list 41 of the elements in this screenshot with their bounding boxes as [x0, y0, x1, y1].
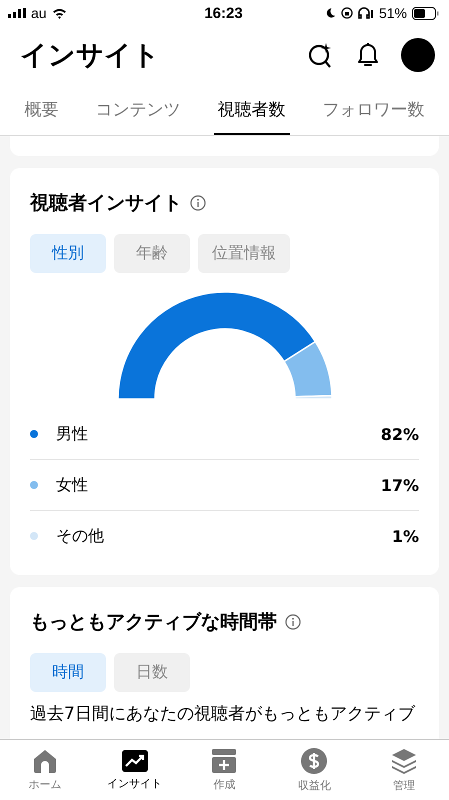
filter-chip[interactable]: 性別	[30, 234, 106, 273]
nav-item[interactable]: ホーム	[4, 748, 85, 792]
tab[interactable]: フォロワー数	[318, 92, 428, 135]
legend-value: 82%	[380, 424, 419, 444]
home-icon	[32, 748, 58, 772]
moon-icon	[324, 7, 336, 19]
legend-label: 女性	[56, 474, 89, 496]
page-title: インサイト	[20, 39, 160, 73]
description-text: 過去7日間にあなたの視聴者がもっともアクティブ	[30, 704, 416, 724]
status-time: 16:23	[204, 4, 243, 22]
legend-value: 17%	[380, 476, 419, 494]
filter-chip[interactable]: 位置情報	[198, 234, 290, 273]
nav-item[interactable]: 作成	[184, 748, 264, 792]
battery-icon	[412, 6, 439, 20]
info-icon[interactable]	[285, 614, 301, 630]
layers-icon	[391, 748, 418, 774]
nav-item[interactable]: インサイト	[94, 750, 175, 790]
filter-chip[interactable]: 日数	[114, 653, 190, 692]
signal-icon	[8, 8, 26, 18]
battery-percent: 51%	[378, 5, 407, 21]
wifi-icon	[52, 8, 67, 18]
clapperboard-plus-icon	[211, 748, 238, 772]
avatar[interactable]	[401, 38, 435, 72]
tab[interactable]: 概要	[20, 92, 62, 135]
legend-label: その他	[56, 526, 105, 546]
info-icon[interactable]	[190, 195, 206, 211]
tab[interactable]: コンテンツ	[92, 92, 184, 135]
filter-chip[interactable]: 年齢	[114, 234, 190, 273]
carrier-name: au	[31, 5, 47, 21]
dollar-icon	[301, 748, 328, 774]
filter-chip[interactable]: 時間	[30, 653, 106, 692]
lock-rotation-icon	[340, 7, 353, 19]
legend-value: 1%	[392, 526, 419, 546]
nav-item[interactable]: 収益化	[274, 748, 354, 792]
trend-chart-icon	[122, 750, 148, 772]
headphones-icon	[358, 7, 374, 19]
notifications-icon[interactable]	[355, 41, 381, 69]
nav-item[interactable]: 管理	[364, 748, 444, 792]
legend-label: 男性	[56, 424, 89, 444]
section-title: もっともアクティブな時間帯	[30, 610, 277, 635]
section-title: 視聴者インサイト	[30, 191, 182, 216]
